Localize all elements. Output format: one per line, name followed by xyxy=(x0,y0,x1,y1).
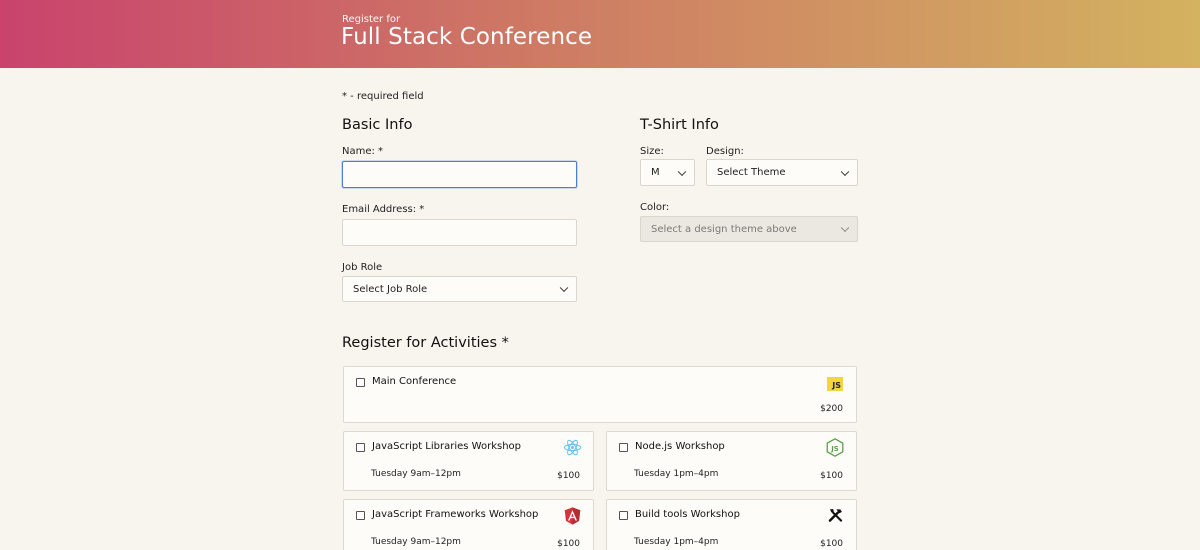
email-input[interactable] xyxy=(342,219,577,246)
basic-info-heading: Basic Info xyxy=(342,117,413,133)
activity-checkbox[interactable] xyxy=(619,443,628,452)
activity-checkbox[interactable] xyxy=(356,443,365,452)
activities-heading: Register for Activities * xyxy=(342,335,509,351)
design-select[interactable]: Select Theme xyxy=(706,159,858,186)
name-input[interactable] xyxy=(342,161,577,188)
name-label: Name: * xyxy=(342,146,384,157)
activity-cost: $100 xyxy=(557,471,580,481)
email-label: Email Address: * xyxy=(342,204,425,215)
size-value: M xyxy=(651,167,660,178)
job-role-select[interactable]: Select Job Role xyxy=(342,276,577,302)
activity-card-build-tools[interactable]: Build tools Workshop Tuesday 1pm–4pm $10… xyxy=(606,499,857,550)
page-header: Register for Full Stack Conference xyxy=(0,0,1200,68)
activity-name: Main Conference xyxy=(372,376,457,387)
color-select[interactable]: Select a design theme above xyxy=(640,216,858,242)
job-role-label: Job Role xyxy=(342,262,383,273)
color-label: Color: xyxy=(640,202,670,213)
activity-cost: $200 xyxy=(820,404,843,414)
activity-time: Tuesday 9am–12pm xyxy=(371,469,461,479)
activity-card-js-libraries[interactable]: JavaScript Libraries Workshop Tuesday 9a… xyxy=(343,431,594,491)
activity-name: JavaScript Libraries Workshop xyxy=(372,441,522,452)
page-title: Full Stack Conference xyxy=(341,24,593,50)
activity-card-nodejs[interactable]: Node.js Workshop JS Tuesday 1pm–4pm $100 xyxy=(606,431,857,491)
tshirt-info-heading: T-Shirt Info xyxy=(640,117,719,133)
activity-checkbox[interactable] xyxy=(356,378,365,387)
activity-time: Tuesday 9am–12pm xyxy=(371,537,461,547)
activity-time: Tuesday 1pm–4pm xyxy=(634,469,719,479)
chevron-down-icon xyxy=(677,167,687,176)
chevron-down-icon xyxy=(840,223,850,233)
activity-card-js-frameworks[interactable]: JavaScript Frameworks Workshop Tuesday 9… xyxy=(343,499,594,550)
activity-name: JavaScript Frameworks Workshop xyxy=(372,509,539,520)
required-field-note: * - required field xyxy=(342,91,424,102)
react-icon xyxy=(563,439,582,456)
svg-text:JS: JS xyxy=(830,445,839,453)
color-value: Select a design theme above xyxy=(651,223,797,235)
activity-cost: $100 xyxy=(820,539,843,549)
javascript-icon: JS xyxy=(827,377,843,391)
nodejs-icon: JS xyxy=(826,438,844,457)
tools-icon xyxy=(828,509,843,522)
activity-checkbox[interactable] xyxy=(356,511,365,520)
size-select[interactable]: M xyxy=(640,159,695,186)
chevron-down-icon xyxy=(559,283,569,293)
angular-icon xyxy=(564,507,581,525)
chevron-down-icon xyxy=(840,167,850,176)
size-label: Size: xyxy=(640,146,664,157)
activity-name: Node.js Workshop xyxy=(635,441,725,452)
activity-checkbox[interactable] xyxy=(619,511,628,520)
activity-name: Build tools Workshop xyxy=(635,509,740,520)
job-role-value: Select Job Role xyxy=(353,283,428,295)
activity-cost: $100 xyxy=(820,471,843,481)
design-value: Select Theme xyxy=(717,167,786,178)
activity-cost: $100 xyxy=(557,539,580,549)
design-label: Design: xyxy=(706,146,744,157)
activity-card-main-conference[interactable]: Main Conference JS $200 xyxy=(343,366,857,423)
activity-time: Tuesday 1pm–4pm xyxy=(634,537,719,547)
